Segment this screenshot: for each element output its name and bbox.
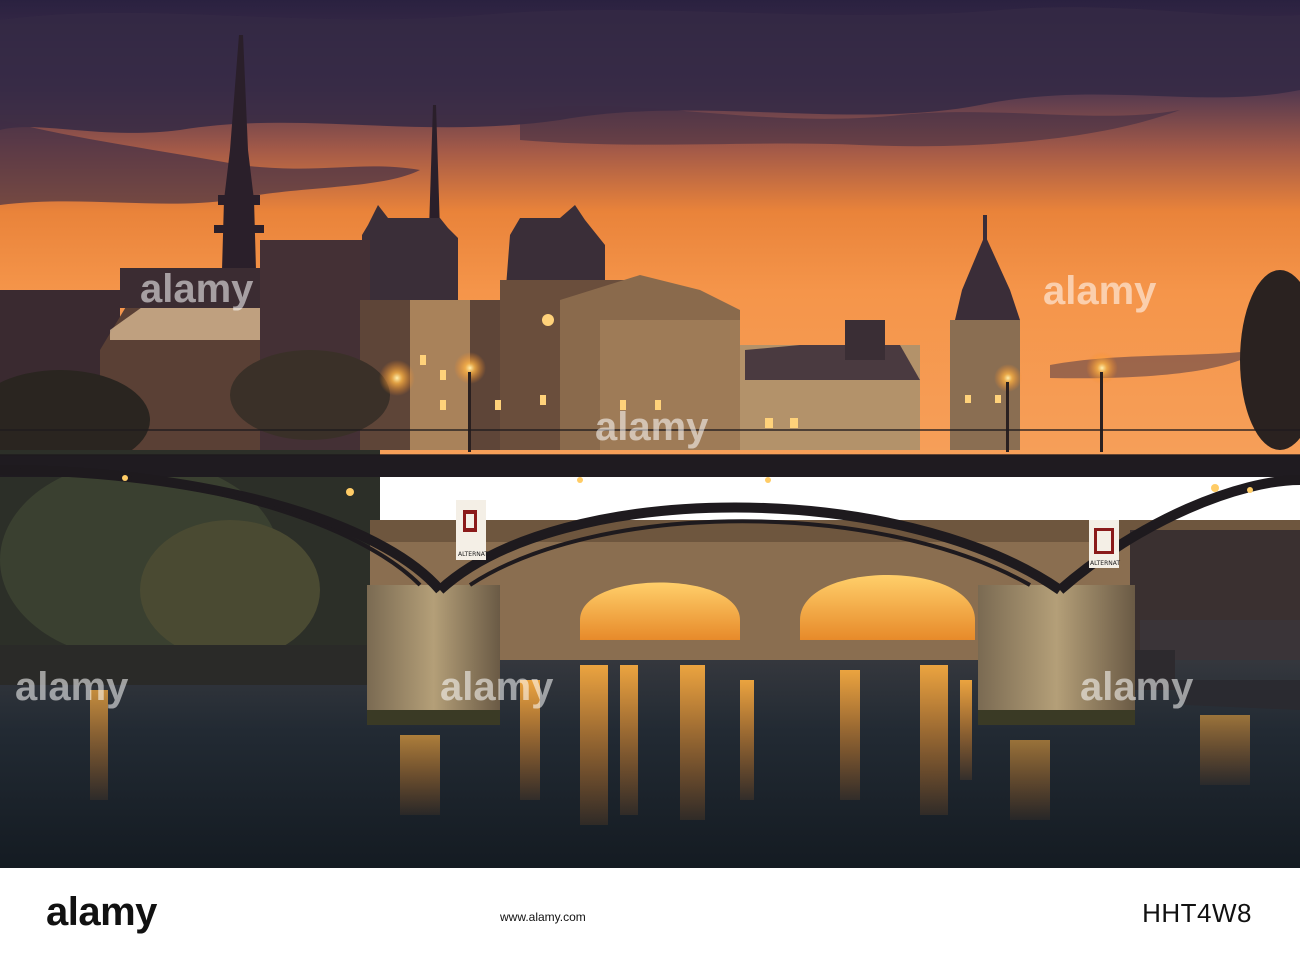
- site-url: www.alamy.com: [500, 910, 586, 924]
- footer-strip: alamy www.alamy.com HHT4W8: [0, 868, 1300, 957]
- sign-left-text: ALTERNAT: [458, 551, 488, 558]
- sign-right-text: ALTERNAT: [1090, 560, 1120, 567]
- alamy-logo: alamy: [46, 890, 157, 934]
- image-id: HHT4W8: [1142, 898, 1252, 928]
- photo: ALTERNAT ALTERNAT alamy alamy alamy alam…: [0, 0, 1300, 868]
- scene: ALTERNAT ALTERNAT: [0, 0, 1300, 868]
